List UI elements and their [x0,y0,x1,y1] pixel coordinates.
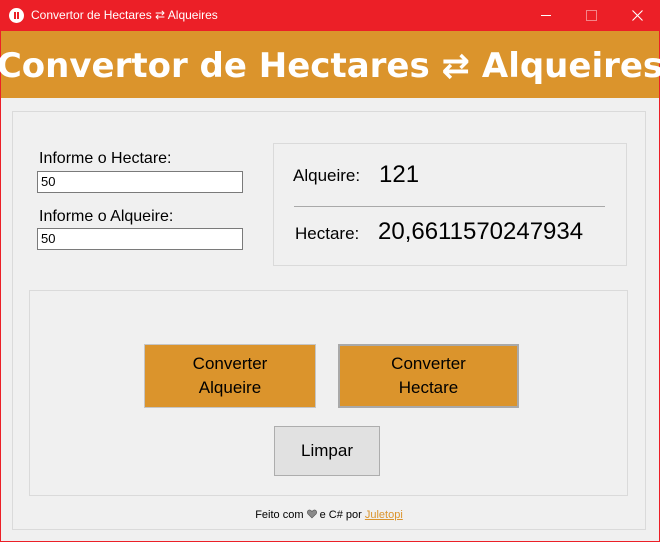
convert-alqueire-line1: Converter [192,354,268,373]
convert-hectare-button[interactable]: Converter Hectare [338,344,519,408]
maximize-button [568,0,614,31]
header-banner: Convertor de Hectares ⇄ Alqueires [0,31,660,98]
title-bar: Convertor de Hectares ⇄ Alqueires [0,0,660,31]
alqueire-input[interactable]: 50 [37,228,243,250]
header-title: Convertor de Hectares ⇄ Alqueires [0,45,660,86]
convert-hectare-line2: Hectare [398,378,459,397]
heart-icon [306,509,317,519]
author-link[interactable]: Juletopi [365,509,403,521]
convert-alqueire-button[interactable]: Converter Alqueire [144,344,316,408]
buttons-panel: Converter Alqueire Converter Hectare Lim… [29,290,628,496]
content-panel: Informe o Hectare: 50 Informe o Alqueire… [12,111,646,530]
client-area: Convertor de Hectares ⇄ Alqueires Inform… [0,31,660,541]
convert-alqueire-line2: Alqueire [198,378,262,397]
hectare-input-label: Informe o Hectare: [39,150,172,167]
window-title: Convertor de Hectares ⇄ Alqueires [31,8,218,22]
footer-prefix: Feito com [255,509,304,521]
hectare-input[interactable]: 50 [37,171,243,193]
footer: Feito com e C# por Juletopi [13,509,645,521]
minimize-button[interactable] [523,0,569,31]
alqueire-result-label: Alqueire: [293,166,361,185]
alqueire-result-value: 121 [379,161,420,188]
clear-button[interactable]: Limpar [274,426,380,476]
results-divider [294,206,605,207]
footer-middle: e C# por [319,509,362,521]
close-button[interactable] [614,0,660,31]
results-box: Alqueire: 121 Hectare: 20,6611570247934 [273,143,627,266]
hectare-result-value: 20,6611570247934 [378,218,584,245]
alqueire-input-label: Informe o Alqueire: [39,208,174,225]
convert-hectare-line1: Converter [391,354,466,373]
minimize-icon [541,15,551,16]
maximize-icon [585,10,597,21]
app-icon [9,8,24,23]
hectare-result-label: Hectare: [295,224,360,243]
close-icon [631,10,643,21]
